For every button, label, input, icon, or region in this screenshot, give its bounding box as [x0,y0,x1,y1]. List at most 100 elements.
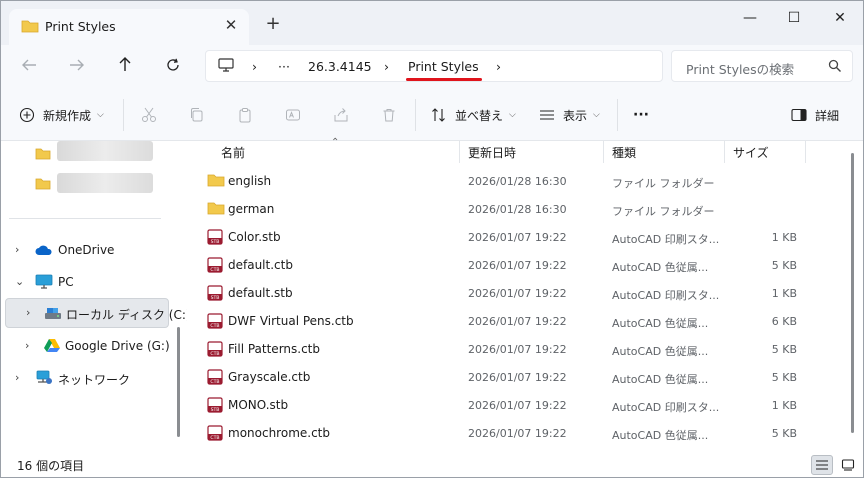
address-ellipsis[interactable]: ··· [278,59,290,74]
column-separator[interactable] [459,141,460,163]
delete-button[interactable] [377,103,401,127]
plus-circle-icon [19,107,35,123]
network-icon [35,370,53,388]
new-button[interactable]: 新規作成 ⌵ [19,103,104,127]
red-underline-annotation [406,78,482,81]
sidebar-item-google-drive[interactable]: › Google Drive (G:) [5,332,170,360]
sidebar-item-blurred-2[interactable] [5,171,169,199]
view-button[interactable]: 表示 ⌵ [539,103,600,127]
file-row[interactable]: CTB Fill Patterns.ctb 2026/01/07 19:22 Auto… [187,335,827,363]
sidebar-item-onedrive[interactable]: › OneDrive [5,236,169,264]
file-row[interactable]: CTB Grayscale.ctb 2026/01/07 19:22 AutoCAD … [187,363,827,391]
paste-button[interactable] [233,103,257,127]
column-header-date[interactable]: 更新日時 [468,144,516,166]
sort-button[interactable]: 並べ替え ⌵ [431,103,516,127]
file-size: 1 KB [771,231,797,244]
sidebar-item-network[interactable]: › ネットワーク [5,364,169,392]
column-header-size[interactable]: サイズ [733,144,769,166]
file-date: 2026/01/07 19:22 [468,315,567,328]
chevron-right-icon[interactable]: › [26,306,30,319]
share-icon [334,108,348,122]
file-row[interactable]: english 2026/01/28 16:30 ファイル フォルダー [187,167,827,195]
new-tab-button[interactable]: + [261,13,285,37]
refresh-button[interactable] [159,54,187,80]
file-name: default.stb [228,286,293,300]
sidebar-item-blurred-1[interactable] [5,141,169,169]
chevron-right-icon[interactable]: › [252,59,257,74]
file-row[interactable]: CTB monochrome.ctb 2026/01/07 19:22 AutoCAD… [187,419,827,447]
chevron-down-icon[interactable]: ⌄ [15,275,24,288]
file-date: 2026/01/07 19:22 [468,231,567,244]
file-size: 5 KB [771,343,797,356]
file-name: german [228,202,275,216]
tab-print-styles[interactable]: Print Styles ✕ [9,9,249,45]
search-icon [828,59,842,76]
file-row[interactable]: STB default.stb 2026/01/07 19:22 AutoCAD 印刷… [187,279,827,307]
chevron-right-icon[interactable]: › [25,339,29,352]
local-disk-label: ローカル ディスク (C:) [66,308,191,322]
chevron-down-icon: ⌵ [593,110,600,120]
svg-text:CTB: CTB [210,323,219,329]
column-separator[interactable] [603,141,604,163]
file-row[interactable]: STB MONO.stb 2026/01/07 19:22 AutoCAD 印刷スタ.… [187,391,827,419]
cut-button[interactable] [137,103,161,127]
file-size: 1 KB [771,287,797,300]
chevron-right-icon[interactable]: › [384,59,389,74]
forward-button[interactable] [63,54,91,80]
sidebar-item-pc[interactable]: ⌄ PC [5,268,169,296]
address-bar[interactable]: › ··· 26.3.4145 › Print Styles › [205,50,663,82]
sidebar-item-local-disk[interactable]: › ローカル ディスク (C:) [5,298,191,328]
file-type: AutoCAD 色従属... [612,373,709,386]
folder-icon [21,19,39,36]
up-button[interactable] [111,54,139,80]
rename-button[interactable] [281,103,305,127]
close-window-button[interactable]: ✕ [825,7,855,29]
file-type: AutoCAD 色従属... [612,429,709,442]
breadcrumb-version[interactable]: 26.3.4145 [308,59,372,74]
file-name: DWF Virtual Pens.ctb [228,314,354,328]
details-button[interactable]: 詳細 [791,103,839,127]
maximize-button[interactable]: ☐ [779,7,809,29]
file-name: Fill Patterns.ctb [228,342,321,356]
copy-icon [191,108,203,122]
chevron-right-icon[interactable]: › [496,59,501,74]
minimize-button[interactable]: — [735,7,765,29]
copy-button[interactable] [185,103,209,127]
folder-icon [207,173,225,190]
rename-icon [286,109,300,121]
column-header-type[interactable]: 種類 [612,144,636,166]
column-header-name[interactable]: 名前 [221,144,245,166]
more-options-button[interactable]: ··· [633,103,649,127]
computer-icon[interactable] [218,58,234,75]
file-size: 6 KB [771,315,797,328]
search-placeholder: Print Stylesの検索 [686,62,795,77]
file-list: ⌃ 名前 更新日時 種類 サイズ english 2026/01/28 16:30… [187,137,863,453]
details-label: 詳細 [815,108,840,123]
file-date: 2026/01/07 19:22 [468,287,567,300]
details-view-button[interactable] [811,455,833,475]
trash-icon [383,109,395,122]
address-row: › ··· 26.3.4145 › Print Styles › Print S… [1,45,863,89]
ctb-file-icon: CTB [207,257,223,276]
breadcrumb-print-styles[interactable]: Print Styles [408,59,479,74]
tiles-view-button[interactable] [837,455,859,475]
column-separator[interactable] [805,141,806,163]
ctb-file-icon: CTB [207,313,223,332]
chevron-right-icon[interactable]: › [15,371,19,384]
chevron-down-icon: ⌵ [509,110,516,120]
nav-scrollbar[interactable] [177,327,180,437]
file-list-scrollbar[interactable] [851,153,854,433]
file-date: 2026/01/07 19:22 [468,399,567,412]
stb-file-icon: STB [207,285,223,304]
share-button[interactable] [329,103,353,127]
column-separator[interactable] [724,141,725,163]
tab-close-icon[interactable]: ✕ [221,15,241,35]
chevron-right-icon[interactable]: › [15,243,19,256]
search-box[interactable]: Print Stylesの検索 [671,50,853,82]
file-row[interactable]: CTB DWF Virtual Pens.ctb 2026/01/07 19:22 A… [187,307,827,335]
file-row[interactable]: CTB default.ctb 2026/01/07 19:22 AutoCAD 色従… [187,251,827,279]
svg-text:CTB: CTB [210,379,219,385]
file-row[interactable]: STB Color.stb 2026/01/07 19:22 AutoCAD 印刷スタ… [187,223,827,251]
file-row[interactable]: german 2026/01/28 16:30 ファイル フォルダー [187,195,827,223]
back-button[interactable] [15,54,43,80]
